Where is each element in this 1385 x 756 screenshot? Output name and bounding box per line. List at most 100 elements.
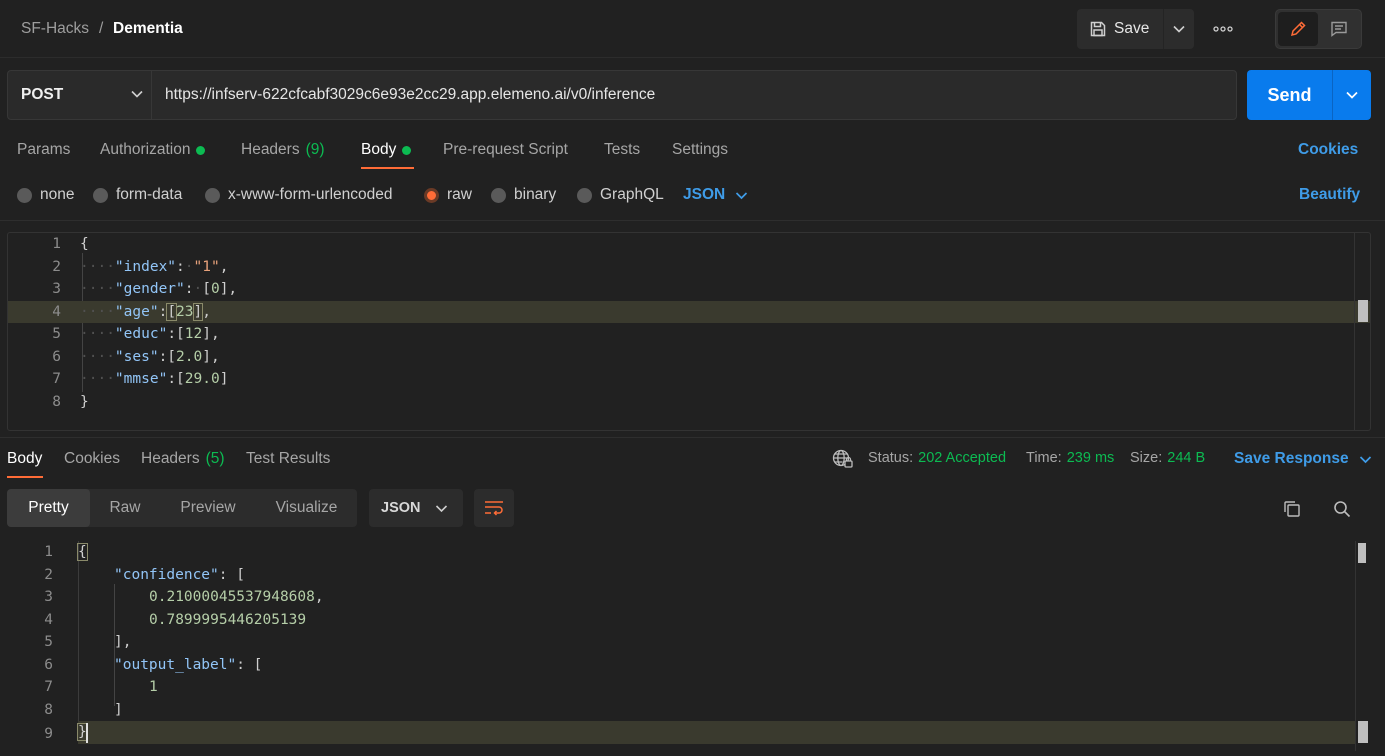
code-line: 3 ····"gender":·[0],: [8, 278, 1370, 301]
code-line: 2 ····"index":·"1",: [8, 256, 1370, 279]
time-value[interactable]: 239 ms: [1067, 450, 1115, 466]
viewer-scrollbar[interactable]: [1355, 541, 1371, 751]
search-icon: [1334, 501, 1351, 518]
tab-settings[interactable]: Settings: [672, 141, 728, 159]
response-tab-body[interactable]: Body: [7, 450, 42, 468]
meta-label: Size:: [1130, 450, 1163, 466]
meta-label: Status:: [868, 450, 914, 466]
code-line: 71: [0, 676, 1385, 699]
editor-scrollbar[interactable]: [1354, 233, 1370, 430]
line-number: 4: [44, 611, 53, 628]
radio-raw[interactable]: raw: [424, 186, 472, 204]
format-label: JSON: [683, 186, 726, 203]
breadcrumb-separator: /: [99, 20, 104, 37]
line-number: 8: [52, 393, 61, 410]
json-key: "confidence": [114, 566, 219, 583]
view-preview[interactable]: Preview: [160, 489, 256, 527]
response-tab-headers[interactable]: Headers (5): [141, 450, 225, 468]
tab-tests[interactable]: Tests: [604, 141, 640, 159]
breadcrumb-parent[interactable]: SF-Hacks: [21, 20, 89, 38]
tab-label: Authorization: [100, 141, 191, 158]
code-line: 5],: [0, 631, 1385, 654]
view-raw[interactable]: Raw: [90, 489, 160, 527]
line-number: 1: [52, 236, 61, 253]
radio-form-data[interactable]: form-data: [93, 186, 182, 204]
json-value: 23: [176, 303, 194, 320]
request-body-editor[interactable]: 1{ 2 ····"index":·"1", 3 ····"gender":·[0]…: [7, 232, 1371, 431]
body-format-select[interactable]: JSON: [683, 186, 748, 204]
wrap-lines-button[interactable]: [474, 489, 514, 527]
save-label: Save: [1114, 20, 1150, 37]
headers-count: (9): [305, 141, 325, 158]
meta-label: Time:: [1026, 450, 1062, 466]
save-button[interactable]: Save: [1077, 9, 1162, 49]
copy-button[interactable]: [1277, 494, 1307, 524]
radio-circle: [205, 187, 220, 203]
response-format-select[interactable]: JSON: [369, 489, 463, 527]
json-value: 2.0: [176, 348, 203, 365]
scrollbar-thumb-top[interactable]: [1358, 543, 1366, 563]
method-select[interactable]: POST: [7, 70, 152, 120]
radio-graphql[interactable]: GraphQL: [577, 186, 664, 204]
url-input[interactable]: https://infserv-622cfcabf3029c6e93e2cc29…: [151, 70, 1237, 120]
code-line-active: }: [77, 721, 1356, 744]
response-body-viewer[interactable]: 1{ 2 "confidence": [ 3 0.21000045537948608…: [0, 541, 1385, 756]
radio-none[interactable]: none: [17, 186, 74, 204]
response-tab-test-results[interactable]: Test Results: [246, 450, 330, 468]
line-number: 3: [44, 589, 53, 606]
send-options-button[interactable]: [1332, 70, 1371, 120]
code-line: 2 "confidence": [: [0, 564, 1385, 587]
tab-headers[interactable]: Headers (9): [241, 141, 325, 159]
line-number: 5: [44, 634, 53, 651]
tab-label: Tests: [604, 141, 641, 158]
status-readout: Status: 202 Accepted: [868, 450, 1006, 466]
edit-mode-button[interactable]: [1278, 12, 1318, 46]
active-tab-indicator: [361, 167, 414, 169]
more-options-button[interactable]: [1207, 14, 1239, 44]
send-button[interactable]: Send: [1247, 70, 1332, 120]
time-readout: Time: 239 ms: [1026, 450, 1114, 466]
tab-label: Body: [361, 141, 397, 158]
beautify-link[interactable]: Beautify: [1299, 186, 1360, 204]
json-key: "ses": [114, 348, 159, 365]
line-number: 7: [44, 679, 53, 696]
tab-label: Headers: [241, 141, 300, 158]
status-value[interactable]: 202 Accepted: [918, 450, 1006, 466]
comment-mode-button[interactable]: [1319, 12, 1359, 46]
search-button[interactable]: [1327, 494, 1357, 524]
tab-params[interactable]: Params: [17, 141, 70, 159]
comment-icon: [1331, 21, 1347, 37]
size-value[interactable]: 244 B: [1167, 450, 1205, 466]
view-pretty[interactable]: Pretty: [7, 489, 90, 527]
json-key: "output_label": [114, 656, 237, 673]
mode-toggle: [1275, 9, 1362, 49]
line-number: 5: [52, 326, 61, 343]
cookies-link[interactable]: Cookies: [1298, 141, 1358, 159]
response-view-segmented: Pretty Raw Preview Visualize: [7, 489, 357, 527]
radio-circle-selected: [424, 187, 439, 203]
tab-prerequest-script[interactable]: Pre-request Script: [443, 141, 568, 159]
response-tab-cookies[interactable]: Cookies: [64, 450, 120, 468]
tab-body[interactable]: Body: [361, 141, 412, 159]
line-number: 7: [52, 371, 61, 388]
scrollbar-thumb[interactable]: [1358, 300, 1368, 322]
scrollbar-thumb[interactable]: [1358, 721, 1368, 743]
save-response-button[interactable]: Save Response: [1234, 450, 1372, 468]
line-number: 6: [52, 348, 61, 365]
text-cursor: [86, 723, 88, 743]
code-line: 8}: [8, 391, 1370, 414]
view-visualize[interactable]: Visualize: [256, 489, 357, 527]
tab-authorization[interactable]: Authorization: [100, 141, 206, 159]
chevron-down-icon: [1359, 455, 1371, 463]
page-title[interactable]: Dementia: [113, 20, 183, 38]
radio-binary[interactable]: binary: [491, 186, 556, 204]
json-key: "age": [114, 303, 159, 320]
json-value: 0.7899995446205139: [149, 611, 307, 628]
globe-lock-icon[interactable]: [832, 449, 854, 469]
radio-label: form-data: [116, 186, 183, 203]
save-options-button[interactable]: [1163, 9, 1194, 49]
radio-circle: [17, 187, 32, 203]
save-response-label: Save Response: [1234, 450, 1349, 467]
radio-urlencoded[interactable]: x-www-form-urlencoded: [205, 186, 393, 204]
line-number: 6: [44, 656, 53, 673]
